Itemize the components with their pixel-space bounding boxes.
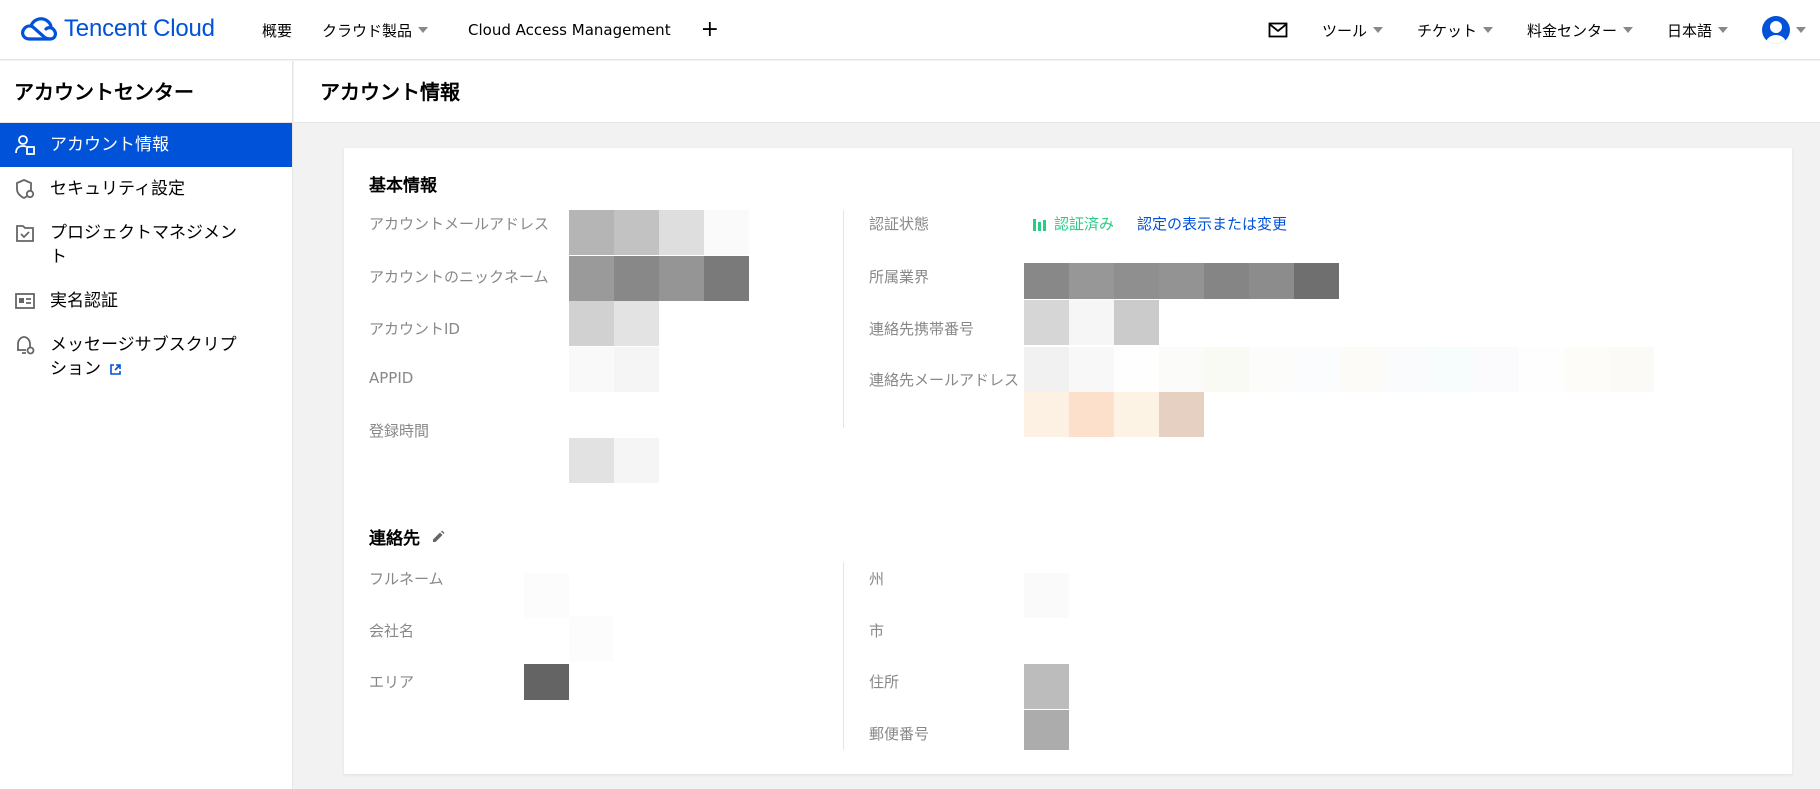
basic-info-title: 基本情報: [369, 171, 437, 196]
basic-info-divider: [843, 210, 844, 428]
mail-button[interactable]: [1268, 22, 1288, 38]
redacted-postal-code: [1024, 710, 1069, 750]
sidebar-item-label: メッセージサブスクリプション: [50, 333, 250, 381]
label-account-id: アカウントID: [369, 320, 460, 338]
label-postal-code: 郵便番号: [869, 725, 930, 743]
contact-title-text: 連絡先: [369, 529, 420, 549]
sidebar-title: アカウントセンター: [0, 61, 292, 123]
nav-billing-center-label: 料金センター: [1526, 21, 1617, 40]
sidebar-item-label: セキュリティ設定: [50, 179, 185, 199]
redacted-registration-time: [569, 438, 659, 483]
sidebar-item-project-management[interactable]: プロジェクトマネジメント: [0, 211, 292, 279]
redacted-company-name: [569, 616, 614, 661]
nav-overview[interactable]: 概要: [262, 20, 292, 41]
nav-billing-center[interactable]: 料金センター: [1527, 20, 1633, 41]
user-menu[interactable]: [1728, 16, 1820, 44]
label-appid: APPID: [369, 369, 414, 387]
tencent-cloud-logo[interactable]: Tencent Cloud: [18, 13, 215, 45]
top-nav-menu: 概要 クラウド製品 Cloud Access Management +: [262, 0, 749, 60]
nav-tickets[interactable]: チケット: [1417, 20, 1493, 41]
label-area: エリア: [369, 673, 415, 691]
mail-icon: [1268, 22, 1288, 38]
nav-overview-label: 概要: [262, 21, 293, 40]
plus-icon: +: [700, 17, 720, 42]
nav-language-label: 日本語: [1666, 21, 1712, 40]
shield-gear-icon: [16, 179, 35, 200]
redacted-state: [1024, 573, 1069, 618]
redacted-area: [524, 664, 569, 700]
redacted-account-nickname: [569, 256, 749, 301]
label-account-nickname: アカウントのニックネーム: [369, 268, 549, 286]
label-full-name: フルネーム: [369, 570, 444, 588]
sidebar-item-real-name-verification[interactable]: 実名認証: [0, 279, 292, 323]
sidebar-item-message-subscription[interactable]: メッセージサブスクリプション: [0, 323, 292, 391]
sidebar-item-label: 実名認証: [50, 291, 118, 311]
label-registration-time: 登録時間: [369, 422, 430, 440]
label-address: 住所: [869, 673, 900, 691]
sidebar-item-label: プロジェクトマネジメント: [50, 223, 237, 267]
nav-cam-label: Cloud Access Management: [468, 21, 671, 39]
chevron-down-icon: [1622, 27, 1633, 33]
nav-tickets-label: チケット: [1416, 21, 1477, 40]
contact-title: 連絡先: [369, 524, 446, 549]
label-city: 市: [869, 622, 885, 640]
redacted-account-email: [569, 210, 749, 255]
nav-language[interactable]: 日本語: [1667, 20, 1728, 41]
sidebar-item-label: アカウント情報: [50, 135, 169, 155]
chevron-down-icon: [1372, 27, 1383, 33]
external-link-icon[interactable]: [109, 363, 122, 376]
sidebar-item-label-text: メッセージサブスクリプション: [50, 335, 237, 379]
sidebar: アカウントセンター アカウント情報 セキュリティ設定 プロジェクトマネジメント …: [0, 61, 293, 789]
chevron-down-icon: [1796, 27, 1806, 33]
bell-gear-icon: [17, 336, 35, 355]
nav-tools-label: ツール: [1321, 21, 1367, 40]
label-contact-email: 連絡先メールアドレス: [869, 371, 1020, 389]
label-contact-phone: 連絡先携帯番号: [869, 320, 975, 338]
label-industry: 所属業界: [869, 268, 930, 286]
chevron-down-icon: [1718, 27, 1728, 33]
nav-cam[interactable]: Cloud Access Management: [468, 21, 671, 39]
verification-status-text: 認証済み: [1054, 215, 1115, 233]
add-shortcut-button[interactable]: +: [701, 19, 719, 41]
pencil-icon[interactable]: [430, 529, 446, 545]
redacted-account-id: [569, 301, 659, 346]
user-avatar-icon: [1762, 16, 1790, 44]
top-navigation-bar: Tencent Cloud 概要 クラウド製品 Cloud Access Man…: [0, 0, 1820, 60]
account-info-card: 基本情報 アカウントメールアドレス アカウントのニックネーム アカウントID A…: [344, 148, 1792, 774]
cloud-logo-icon: [21, 17, 57, 41]
chevron-down-icon: [1482, 27, 1493, 33]
redacted-full-name: [524, 573, 569, 618]
redacted-industry: [1024, 263, 1339, 299]
label-account-email: アカウントメールアドレス: [369, 215, 550, 233]
contact-divider: [843, 562, 844, 750]
chevron-down-icon: [418, 27, 429, 33]
basic-info-title-text: 基本情報: [369, 176, 437, 196]
brand-name: Tencent Cloud: [64, 15, 215, 42]
nav-cloud-products-label: クラウド製品: [322, 21, 413, 40]
redacted-appid: [569, 347, 659, 392]
redacted-contact-email-2: [1024, 392, 1204, 437]
sidebar-item-security[interactable]: セキュリティ設定: [0, 167, 292, 211]
redacted-contact-email: [1024, 347, 1654, 392]
top-nav-right: ツール チケット 料金センター 日本語: [1234, 0, 1820, 60]
id-card-icon: [15, 293, 35, 309]
nav-tools[interactable]: ツール: [1322, 20, 1383, 41]
label-verification-status: 認証状態: [869, 215, 930, 233]
verified-chart-icon: [1033, 218, 1046, 231]
label-state: 州: [869, 570, 885, 588]
user-card-icon: [15, 135, 35, 155]
folder-check-icon: [16, 225, 34, 242]
redacted-contact-phone: [1024, 300, 1159, 345]
view-or-change-verification-link[interactable]: 認定の表示または変更: [1137, 213, 1287, 234]
page-title: アカウント情報: [294, 61, 1820, 123]
redacted-address: [1024, 664, 1069, 709]
sidebar-item-account-info[interactable]: アカウント情報: [0, 123, 292, 167]
verification-status-badge: 認証済み: [1032, 213, 1114, 234]
label-company-name: 会社名: [369, 622, 415, 640]
nav-cloud-products[interactable]: クラウド製品: [322, 20, 429, 41]
